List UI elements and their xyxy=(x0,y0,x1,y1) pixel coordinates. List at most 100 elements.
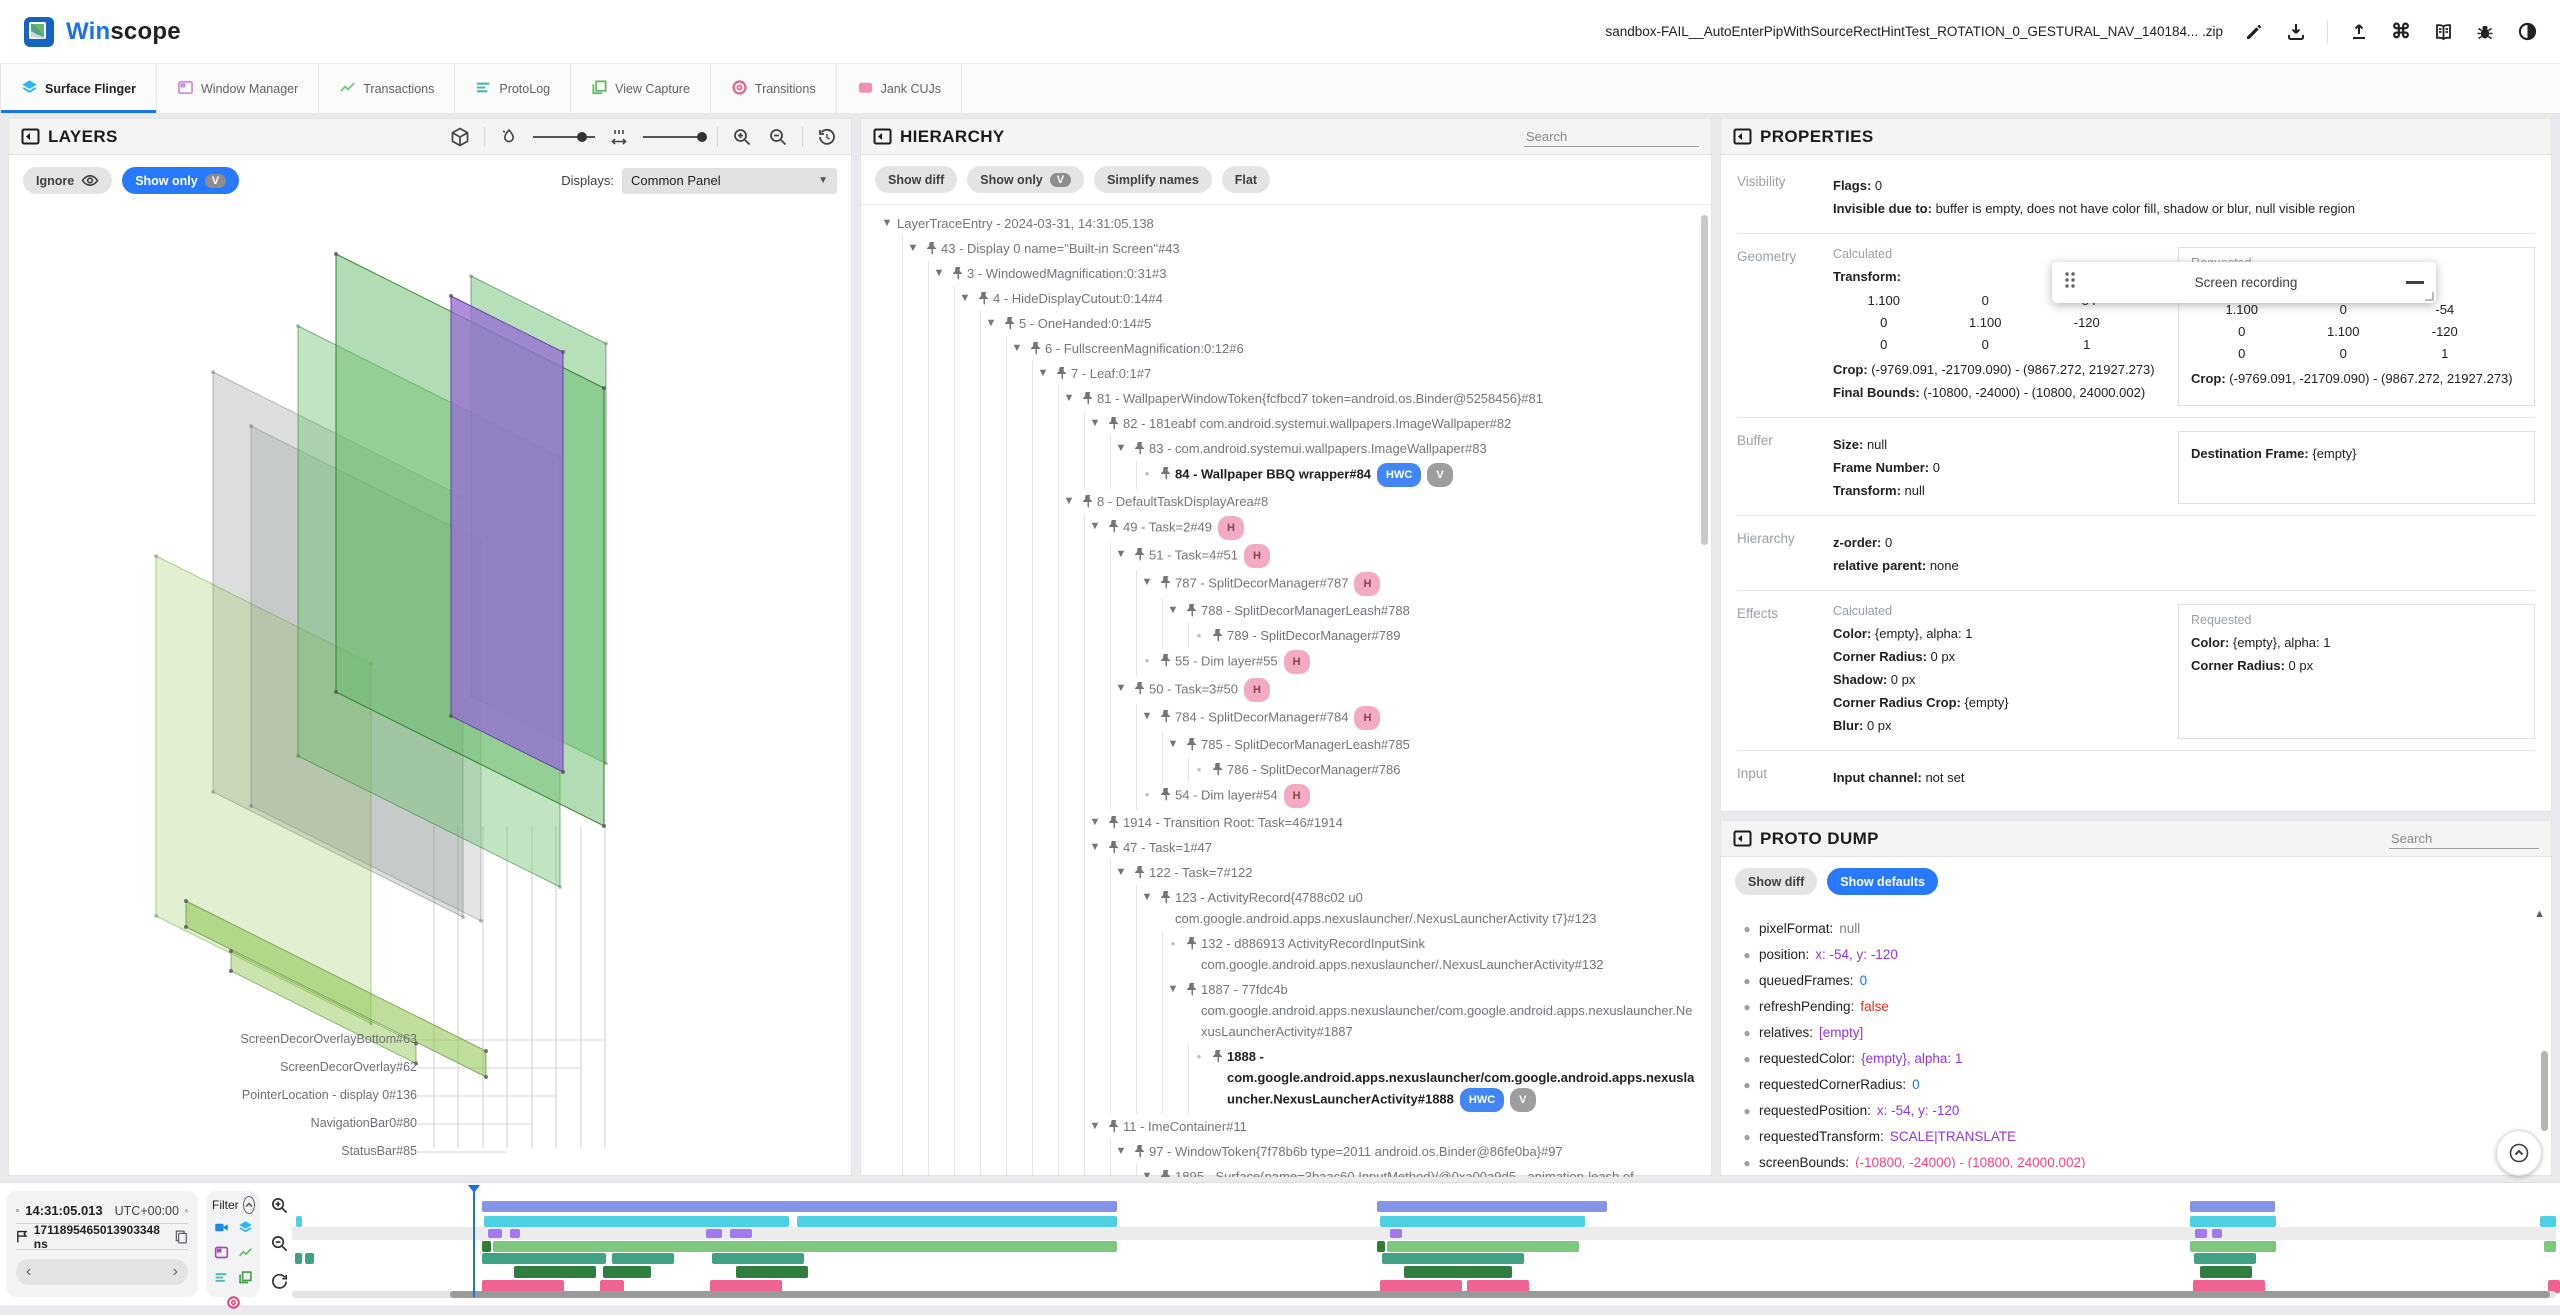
pin-icon[interactable] xyxy=(1183,734,1201,751)
tree-row[interactable]: ▼ 1914 - Transition Root: Task=46#1914 xyxy=(1085,810,1705,835)
proto-dump-scrollbar[interactable] xyxy=(2541,1051,2548,1131)
pin-icon[interactable] xyxy=(949,263,967,280)
timeline-scrollbar[interactable] xyxy=(292,1291,2556,1298)
pin-icon[interactable] xyxy=(1157,650,1175,667)
property-row[interactable]: Destination Frame: {empty} xyxy=(2191,444,2522,463)
chip-show-only[interactable]: Show only V xyxy=(967,166,1085,193)
report-bug-icon[interactable] xyxy=(2474,21,2496,43)
pin-icon[interactable] xyxy=(1157,572,1175,589)
expand-arrow-icon[interactable]: ▼ xyxy=(1111,438,1131,459)
collapse-panel-icon[interactable] xyxy=(873,128,892,145)
property-row[interactable]: Shadow: 0 px xyxy=(1833,670,2164,689)
minimize-overlay-button[interactable] xyxy=(2406,281,2424,284)
tree-row[interactable]: ▼ 11 - ImeContainer#11 xyxy=(1085,1114,1705,1139)
tab-protolog[interactable]: ProtoLog xyxy=(455,64,572,113)
pin-icon[interactable] xyxy=(1079,388,1097,405)
tree-row[interactable]: • 786 - SplitDecorManager#786 xyxy=(1189,757,1705,782)
tree-row[interactable]: ▼ 47 - Task=1#47 xyxy=(1085,835,1705,860)
expand-arrow-icon[interactable]: ▼ xyxy=(1085,812,1105,833)
expand-arrow-icon[interactable]: ▼ xyxy=(1163,600,1183,621)
tab-surface-flinger[interactable]: Surface Flinger xyxy=(0,64,157,113)
previous-frame-button[interactable]: ‹ xyxy=(26,1263,31,1281)
tree-row[interactable]: ▼ 81 - WallpaperWindowToken{fcfbcd7 token… xyxy=(1059,386,1705,411)
expand-timeline-button[interactable] xyxy=(2496,1130,2542,1176)
tab-transitions[interactable]: Transitions xyxy=(711,64,837,113)
tab-jank-cujs[interactable]: Jank CUJs xyxy=(837,64,963,113)
drag-handle-icon[interactable] xyxy=(2064,271,2076,294)
collapse-filter-button[interactable] xyxy=(242,1196,255,1214)
shortcuts-icon[interactable]: ⌘ xyxy=(2390,21,2412,43)
expand-arrow-icon[interactable]: ▼ xyxy=(1059,388,1079,409)
pin-icon[interactable] xyxy=(1209,759,1227,776)
show-only-visible-chip[interactable]: Show only V xyxy=(122,167,240,194)
tree-row[interactable]: ▼ LayerTraceEntry - 2024-03-31, 14:31:05.… xyxy=(877,211,1705,236)
property-row[interactable]: Crop: (-9769.091, -21709.090) - (9867.27… xyxy=(2191,369,2522,388)
ignore-chip[interactable]: Ignore xyxy=(23,167,113,194)
displays-select[interactable]: Common Panel ▼ xyxy=(622,167,837,194)
tree-row[interactable]: ▼ 122 - Task=7#122 xyxy=(1111,860,1705,885)
layer-label[interactable]: NavigationBar0#80 xyxy=(17,1116,417,1130)
pin-icon[interactable] xyxy=(1209,1046,1227,1063)
pin-icon[interactable] xyxy=(1079,491,1097,508)
filter-viewcapture-icon[interactable] xyxy=(238,1270,253,1290)
tree-row[interactable]: ▼ 43 - Display 0 name="Built-in Screen"#4… xyxy=(903,236,1705,261)
tree-row[interactable]: ▼ 82 - 181eabf com.android.systemui.wallp… xyxy=(1085,411,1705,436)
tree-row[interactable]: ▼ 97 - WindowToken{7f78b6b type=2011 andr… xyxy=(1111,1139,1705,1164)
spacing-icon[interactable] xyxy=(607,125,631,149)
pin-icon[interactable] xyxy=(1105,1116,1123,1133)
timeline-zoom-in-icon[interactable] xyxy=(267,1193,291,1217)
expand-arrow-icon[interactable]: ▼ xyxy=(1111,544,1131,565)
scroll-up-icon[interactable]: ▲ xyxy=(2534,908,2545,920)
tree-row[interactable]: ▼ 50 - Task=3#50 H xyxy=(1111,676,1705,704)
tree-row[interactable]: ▼ 5 - OneHanded:0:14#5 xyxy=(981,311,1705,336)
property-row[interactable]: Size: null xyxy=(1833,435,2164,454)
pin-icon[interactable] xyxy=(1105,516,1123,533)
rotation-slider[interactable] xyxy=(533,131,595,142)
expand-arrow-icon[interactable]: ▼ xyxy=(929,263,949,284)
property-row[interactable]: Frame Number: 0 xyxy=(1833,458,2164,477)
tree-row[interactable]: ▼ 4 - HideDisplayCutout:0:14#4 xyxy=(955,286,1705,311)
expand-arrow-icon[interactable]: ▼ xyxy=(1137,887,1157,908)
tree-row[interactable]: ▼ 784 - SplitDecorManager#784 H xyxy=(1137,704,1705,732)
tree-row[interactable]: • 789 - SplitDecorManager#789 xyxy=(1189,623,1705,648)
pin-icon[interactable] xyxy=(1157,887,1175,904)
layers-3d-view[interactable]: ScreenDecorOverlayBottom#63 ScreenDecorOv… xyxy=(9,206,851,1172)
proto-property-row[interactable]: ● pixelFormat: null xyxy=(1735,916,2543,942)
property-row[interactable]: Crop: (-9769.091, -21709.090) - (9867.27… xyxy=(1833,360,2164,379)
pin-icon[interactable] xyxy=(1105,837,1123,854)
proto-property-row[interactable]: ● screenBounds: (-10800, -24000) - (10800,… xyxy=(1735,1150,2543,1168)
pin-icon[interactable] xyxy=(1183,979,1201,996)
filter-protolog-icon[interactable] xyxy=(214,1270,229,1290)
collapse-panel-icon[interactable] xyxy=(1733,128,1752,145)
expand-arrow-icon[interactable]: ▼ xyxy=(903,238,923,259)
expand-arrow-icon[interactable]: ▼ xyxy=(1085,516,1105,537)
pin-icon[interactable] xyxy=(1183,933,1201,950)
pin-icon[interactable] xyxy=(1001,313,1019,330)
layer-label[interactable]: ScreenDecorOverlayBottom#63 xyxy=(17,1032,417,1046)
layer-label[interactable]: PointerLocation - display 0#136 xyxy=(17,1088,417,1102)
filter-transitions-icon[interactable] xyxy=(226,1295,241,1315)
pin-icon[interactable] xyxy=(1157,706,1175,723)
property-row[interactable]: Color: {empty}, alpha: 1 xyxy=(2191,633,2522,652)
tree-row[interactable]: ▼ 3 - WindowedMagnification:0:31#3 xyxy=(929,261,1705,286)
timeline-scrollbar-thumb[interactable] xyxy=(450,1291,2550,1298)
property-row[interactable]: z-order: 0 xyxy=(1833,533,2535,552)
edit-icon[interactable] xyxy=(2243,21,2265,43)
expand-arrow-icon[interactable]: ▼ xyxy=(1111,678,1131,699)
timeline-zoom-reset-icon[interactable] xyxy=(267,1269,291,1293)
pin-icon[interactable] xyxy=(1131,678,1149,695)
expand-arrow-icon[interactable]: ▼ xyxy=(1033,363,1053,384)
filter-layers-icon[interactable] xyxy=(238,1220,253,1240)
property-row[interactable]: Corner Radius: 0 px xyxy=(2191,656,2522,675)
pin-icon[interactable] xyxy=(1105,413,1123,430)
ns-time-value[interactable]: 1711895465013903348 ns xyxy=(34,1223,164,1251)
tree-row[interactable]: ▼ 787 - SplitDecorManager#787 H xyxy=(1137,570,1705,598)
tab-view-capture[interactable]: View Capture xyxy=(571,64,711,113)
pin-icon[interactable] xyxy=(923,238,941,255)
property-row[interactable]: Input channel: not set xyxy=(1833,768,2535,787)
tree-row[interactable]: ▼ 8 - DefaultTaskDisplayArea#8 xyxy=(1059,489,1705,514)
tree-row[interactable]: ▼ 6 - FullscreenMagnification:0:12#6 xyxy=(1007,336,1705,361)
expand-arrow-icon[interactable]: ▼ xyxy=(1111,1141,1131,1162)
tree-row[interactable]: ▼ 1887 - 77fdc4b com.google.android.apps.… xyxy=(1163,977,1705,1044)
tree-row[interactable]: • 55 - Dim layer#55 H xyxy=(1137,648,1705,676)
